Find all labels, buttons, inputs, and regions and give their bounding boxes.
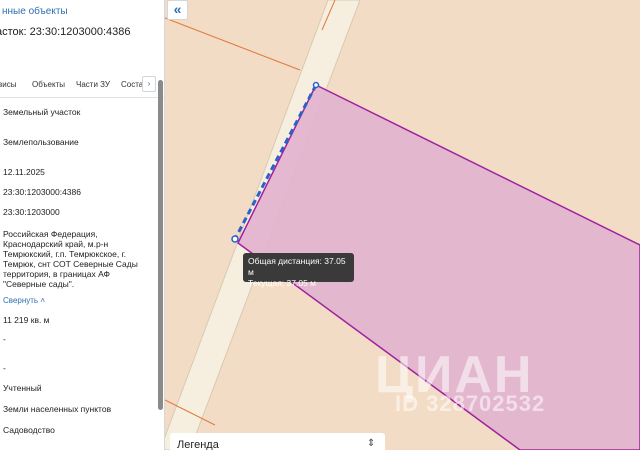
scrollbar-thumb[interactable] [158,80,163,410]
watermark-id: ID 328702532 [395,391,546,416]
tab-objects[interactable]: Объекты [32,80,65,89]
collapse-link[interactable]: Свернуть ˄ [3,296,45,305]
measure-end-point[interactable] [312,81,320,89]
tooltip-current-distance: Текущая: 37.05 м [248,278,317,288]
field-category: Земли населенных пунктов [3,404,112,414]
field-empty-2: - [3,363,6,373]
legend-dropdown[interactable]: Легенда ⇕ [170,433,385,450]
tab-bar: висы Объекты Части ЗУ Соста [0,70,164,98]
field-area: 11 219 кв. м [3,315,50,325]
field-cad-number: 23:30:1203000:4386 [3,187,81,197]
field-type: Земельный участок [3,107,81,117]
tab-parts[interactable]: Части ЗУ [76,80,110,89]
measure-start-point[interactable] [231,235,239,243]
side-panel: нные объекты асток: 23:30:1203000:4386 в… [0,0,165,450]
panel-title: асток: 23:30:1203000:4386 [0,26,131,38]
tab-composition[interactable]: Соста [121,80,143,89]
measure-tooltip: Общая дистанция: 37.05 м Текущая: 37.05 … [243,253,354,288]
field-usage: Землепользование [3,137,79,147]
collapse-label: Свернуть [3,296,39,305]
legend-label: Легенда [177,439,219,450]
field-status: Учтенный [3,383,42,393]
field-date: 12.11.2025 [3,167,45,177]
tab-next-button[interactable]: › [142,76,156,92]
back-link[interactable]: нные объекты [2,6,68,17]
tooltip-total-distance: Общая дистанция: 37.05 м [248,256,346,277]
tab-services[interactable]: висы [0,80,16,89]
updown-chevron-icon: ⇕ [367,438,376,449]
watermark: ЦИАН ID 328702532 [375,345,544,416]
field-permitted-use: Садоводство [3,425,55,435]
field-quarter: 23:30:1203000 [3,207,60,217]
field-address: Российская Федерация, Краснодарский край… [3,229,138,289]
collapse-panel-button[interactable]: « [167,0,188,20]
field-empty-1: - [3,334,6,344]
chevron-up-icon: ˄ [40,296,45,305]
